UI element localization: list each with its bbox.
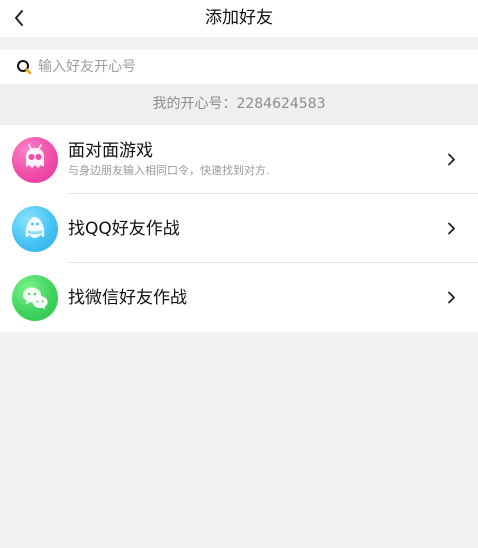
add-friend-options-list: 面对面游戏 与身边朋友输入相同口令，快速找到对方. 找QQ好友作战 找微信好友作…	[0, 125, 478, 332]
search-input[interactable]	[38, 52, 458, 82]
my-id-label: 我的开心号：2284624583	[0, 84, 478, 125]
ghost-icon	[12, 136, 58, 183]
chevron-right-icon	[446, 291, 456, 305]
item-title: 面对面游戏	[68, 141, 153, 161]
search-bar[interactable]	[0, 50, 478, 84]
item-title: 找QQ好友作战	[68, 218, 180, 239]
empty-area	[0, 332, 478, 548]
item-title: 找微信好友作战	[68, 287, 187, 308]
item-subtitle: 与身边朋友输入相同口令，快速找到对方.	[68, 164, 270, 177]
header-bar: 添加好友	[0, 0, 478, 37]
chevron-right-icon	[446, 153, 456, 167]
search-icon	[16, 59, 32, 75]
page-title: 添加好友	[205, 8, 273, 28]
chevron-right-icon	[446, 222, 456, 236]
list-item-qq-friends[interactable]: 找QQ好友作战	[0, 194, 478, 263]
list-item-face-to-face[interactable]: 面对面游戏 与身边朋友输入相同口令，快速找到对方.	[0, 125, 478, 194]
list-item-wechat-friends[interactable]: 找微信好友作战	[0, 263, 478, 332]
qq-penguin-icon	[12, 205, 58, 252]
wechat-icon	[12, 274, 58, 321]
